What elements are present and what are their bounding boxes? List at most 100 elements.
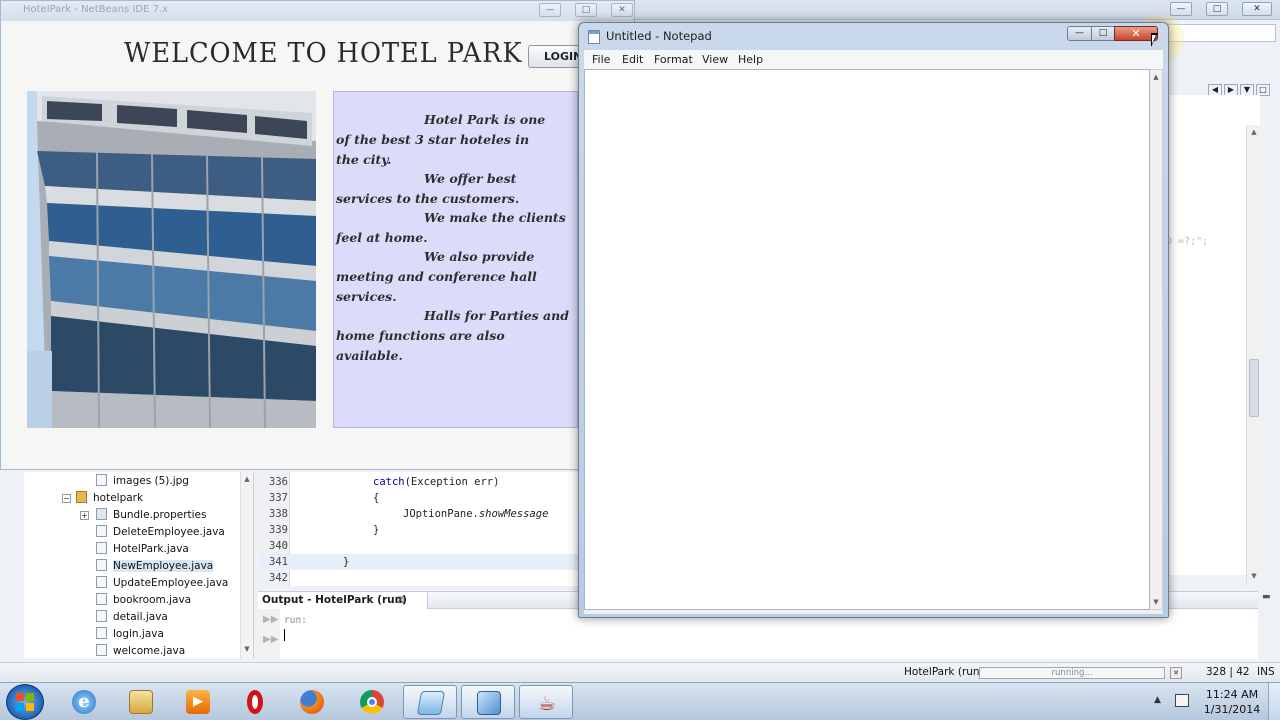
taskbar-notepad[interactable] xyxy=(403,685,457,719)
project-tree: images (5).jpg − hotelpark + Bundle.prop… xyxy=(24,472,254,658)
scroll-down-icon[interactable]: ▼ xyxy=(1151,597,1161,607)
line-number: 338 xyxy=(269,508,288,520)
tree-item[interactable]: welcome.java xyxy=(96,643,185,659)
info-text: feel at home. xyxy=(336,230,428,245)
info-text: of the best 3 star hoteles in xyxy=(336,132,530,147)
notepad-app-icon[interactable] xyxy=(588,30,600,44)
ide-close-button[interactable]: ✕ xyxy=(1242,2,1272,16)
menu-file[interactable]: File xyxy=(592,53,610,66)
notepad-minimize-button[interactable]: — xyxy=(1067,26,1092,41)
notepad-text-area[interactable] xyxy=(584,69,1150,610)
opera-icon xyxy=(247,690,263,714)
clock[interactable]: 11:24 AM 1/31/2014 xyxy=(1200,687,1264,717)
taskbar-opera[interactable] xyxy=(228,685,282,719)
menu-edit[interactable]: Edit xyxy=(622,53,643,66)
login-button[interactable]: LOGIN xyxy=(528,45,583,68)
line-number: 341 xyxy=(269,556,288,568)
taskbar-firefox[interactable] xyxy=(285,685,339,719)
info-text: Halls for Parties and xyxy=(424,308,569,323)
menu-help[interactable]: Help xyxy=(738,53,763,66)
info-text: the city. xyxy=(336,152,392,167)
tree-item[interactable]: UpdateEmployee.java xyxy=(96,575,228,591)
tree-item[interactable]: detail.java xyxy=(96,609,168,625)
notepad-maximize-button[interactable]: □ xyxy=(1091,26,1115,41)
code-line: 342 xyxy=(258,570,578,586)
java-file-icon xyxy=(96,593,107,605)
tree-item[interactable]: login.java xyxy=(96,626,164,642)
media-player-icon: ▶ xyxy=(186,690,210,714)
code-editor-area[interactable] xyxy=(1160,95,1260,575)
editor-vertical-scrollbar[interactable]: ▲ ▼ xyxy=(1246,125,1260,585)
minimize-panel-icon[interactable]: ▬ xyxy=(1262,592,1276,606)
start-button[interactable] xyxy=(6,684,44,720)
rerun-icon[interactable]: ▶▶ xyxy=(263,614,278,626)
windows-taskbar: e ▶ ☕ ▲ 11:24 AM 1/31/2014 xyxy=(0,682,1280,720)
scroll-up-icon[interactable]: ▲ xyxy=(242,474,252,484)
ide-maximize-button[interactable]: □ xyxy=(1206,2,1228,16)
tree-item-selected[interactable]: NewEmployee.java xyxy=(96,558,214,574)
code-line: 337 { xyxy=(258,490,578,506)
code-text: } xyxy=(343,556,350,568)
notepad-titlebar[interactable]: Untitled - Notepad — □ ✕ xyxy=(579,23,1168,49)
ide-minimize-button[interactable]: — xyxy=(1170,2,1192,16)
info-text: We make the clients xyxy=(424,210,566,225)
java-file-icon xyxy=(96,576,107,588)
hotel-minimize-button[interactable]: — xyxy=(539,3,561,17)
taskbar-java-app[interactable]: ☕ xyxy=(519,685,573,719)
rerun-debug-icon[interactable]: ▶▶ xyxy=(263,634,278,646)
taskbar-media-player[interactable]: ▶ xyxy=(171,685,225,719)
tree-item[interactable]: Bundle.properties xyxy=(96,507,206,523)
tray-expand-icon[interactable]: ▲ xyxy=(1154,695,1161,705)
expand-icon[interactable]: + xyxy=(80,511,89,520)
tree-item[interactable]: bookroom.java xyxy=(96,592,191,608)
java-file-icon xyxy=(96,542,107,554)
scroll-up-icon[interactable]: ▲ xyxy=(1249,127,1259,137)
tree-item[interactable]: images (5).jpg xyxy=(96,473,189,489)
hotel-maximize-button[interactable]: □ xyxy=(575,3,597,17)
taskbar-chrome[interactable] xyxy=(345,685,399,719)
taskbar-internet-explorer[interactable]: e xyxy=(57,685,111,719)
collapse-icon[interactable]: − xyxy=(62,494,71,503)
tree-item-hotelpark[interactable]: hotelpark xyxy=(76,490,143,506)
cancel-process-icon[interactable]: ✕ xyxy=(1170,667,1182,679)
java-file-icon xyxy=(96,644,107,656)
java-file-icon xyxy=(96,610,107,622)
properties-file-icon xyxy=(96,508,107,520)
network-icon[interactable] xyxy=(1175,694,1189,707)
output-gutter: ▶▶ ▶▶ xyxy=(258,609,280,659)
notepad-vertical-scrollbar[interactable]: ▲ ▼ xyxy=(1150,69,1163,610)
scroll-down-icon[interactable]: ▼ xyxy=(242,644,252,654)
scroll-down-icon[interactable]: ▼ xyxy=(1249,571,1259,581)
image-file-icon xyxy=(96,474,107,486)
tree-item[interactable]: DeleteEmployee.java xyxy=(96,524,225,540)
code-editor[interactable]: 336 catch(Exception err) 337 { 338 JOpti… xyxy=(258,472,578,586)
building-image xyxy=(27,91,316,428)
notepad-menubar: File Edit Format View Help xyxy=(584,50,1163,69)
taskbar-netbeans[interactable] xyxy=(461,685,515,719)
info-text: home functions are also xyxy=(336,328,505,343)
tree-item[interactable]: HotelPark.java xyxy=(96,541,189,557)
show-desktop-button[interactable] xyxy=(1268,683,1280,720)
internet-explorer-icon: e xyxy=(72,690,96,714)
hotel-close-button[interactable]: ✕ xyxy=(611,3,633,17)
line-number: 337 xyxy=(269,492,288,504)
output-close-icon[interactable]: ⊠ xyxy=(396,592,404,609)
output-text: run: xyxy=(284,615,307,626)
insert-mode: INS xyxy=(1257,666,1275,678)
progress-text: running... xyxy=(1051,668,1093,678)
menu-format[interactable]: Format xyxy=(654,53,693,66)
hotel-window-titlebar: HotelPark - NetBeans IDE 7.x — □ ✕ xyxy=(1,1,634,21)
taskbar-file-explorer[interactable] xyxy=(114,685,168,719)
mouse-pointer-fill xyxy=(1152,35,1156,44)
notepad-window: Untitled - Notepad — □ ✕ File Edit Forma… xyxy=(578,22,1169,618)
tree-scrollbar[interactable]: ▲ ▼ xyxy=(240,472,253,658)
info-text: services. xyxy=(336,289,397,304)
menu-view[interactable]: View xyxy=(702,53,728,66)
java-file-icon xyxy=(96,525,107,537)
info-text: available. xyxy=(336,348,403,363)
editor-scroll-thumb[interactable] xyxy=(1249,359,1259,417)
code-line-current: 341 } xyxy=(258,554,578,570)
line-number: 336 xyxy=(269,476,288,488)
info-text: We also provide xyxy=(424,249,535,264)
scroll-up-icon[interactable]: ▲ xyxy=(1151,72,1161,82)
